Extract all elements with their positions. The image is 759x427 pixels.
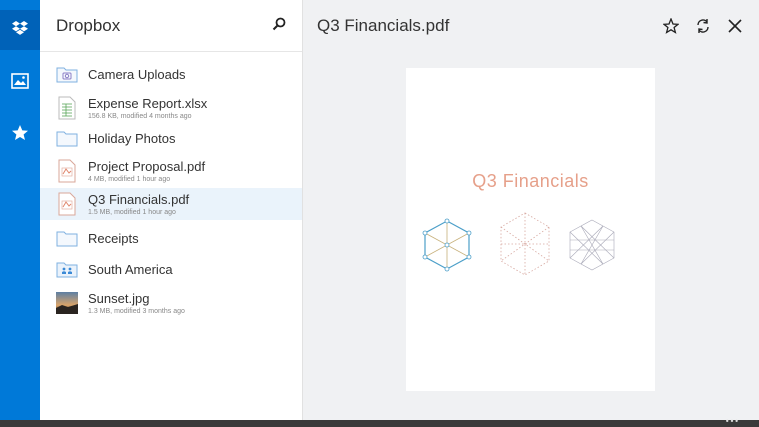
item-name: Sunset.jpg	[88, 291, 150, 306]
hexagon-dotted	[500, 212, 550, 276]
folder-icon	[56, 226, 78, 250]
image-thumbnail	[56, 291, 78, 315]
list-item[interactable]: Sunset.jpg 1.3 MB, modified 3 months ago	[40, 287, 302, 319]
sidebar-header: Dropbox	[40, 0, 302, 52]
pdf-page: Q3 Financials	[406, 68, 655, 391]
pdf-icon	[56, 159, 78, 183]
folder-icon	[56, 126, 78, 150]
pdf-page-heading: Q3 Financials	[472, 171, 589, 191]
hexagon-lattice	[569, 219, 615, 271]
item-name: Camera Uploads	[88, 66, 186, 82]
nav-rail	[0, 0, 40, 420]
shared-folder-icon	[56, 257, 78, 281]
preview-pane: Q3 Financials.pdf Q3 Financials	[303, 0, 759, 420]
list-item[interactable]: South America	[40, 257, 302, 281]
file-sidebar: Dropbox Camera Uploads Expense Report.xl…	[40, 0, 303, 420]
spreadsheet-icon	[56, 96, 78, 120]
pdf-icon	[56, 192, 78, 216]
item-name: Project Proposal.pdf	[88, 159, 206, 174]
item-meta: 1.3 MB, modified 3 months ago	[88, 308, 185, 315]
rail-item-favorites[interactable]	[0, 115, 40, 155]
status-bar	[0, 420, 759, 427]
list-item[interactable]: Holiday Photos	[40, 126, 302, 150]
list-item[interactable]: Expense Report.xlsx 156.8 KB, modified 4…	[40, 92, 302, 124]
rail-item-photos[interactable]	[0, 63, 40, 103]
camera-folder-icon	[56, 62, 78, 86]
list-item-selected[interactable]: Q3 Financials.pdf 1.5 MB, modified 1 hou…	[40, 188, 302, 220]
item-meta: 1.5 MB, modified 1 hour ago	[88, 209, 176, 216]
list-item[interactable]: Project Proposal.pdf 4 MB, modified 1 ho…	[40, 155, 302, 187]
preview-actions	[661, 16, 745, 36]
list-item[interactable]: Camera Uploads	[40, 62, 302, 86]
sync-icon[interactable]	[693, 16, 713, 36]
preview-title: Q3 Financials.pdf	[317, 16, 450, 35]
item-meta: 156.8 KB, modified 4 months ago	[88, 113, 192, 120]
item-name: Holiday Photos	[88, 130, 176, 146]
item-name: South America	[88, 261, 173, 277]
item-name: Q3 Financials.pdf	[88, 192, 190, 207]
list-item[interactable]: Receipts	[40, 226, 302, 250]
hexagon-graphics	[422, 212, 615, 276]
more-options-button[interactable]: •••	[725, 418, 739, 426]
star-icon[interactable]	[661, 16, 681, 36]
favorites-icon	[11, 124, 29, 146]
preview-header: Q3 Financials.pdf	[303, 0, 759, 52]
dropbox-icon	[11, 20, 29, 40]
item-meta: 4 MB, modified 1 hour ago	[88, 176, 171, 183]
close-icon[interactable]	[725, 16, 745, 36]
hexagon-solid	[422, 218, 472, 272]
photos-icon	[11, 73, 29, 93]
search-icon[interactable]	[272, 16, 286, 35]
app-title: Dropbox	[56, 15, 121, 35]
rail-item-dropbox[interactable]	[0, 10, 40, 50]
item-name: Receipts	[88, 230, 139, 246]
item-name: Expense Report.xlsx	[88, 96, 208, 111]
